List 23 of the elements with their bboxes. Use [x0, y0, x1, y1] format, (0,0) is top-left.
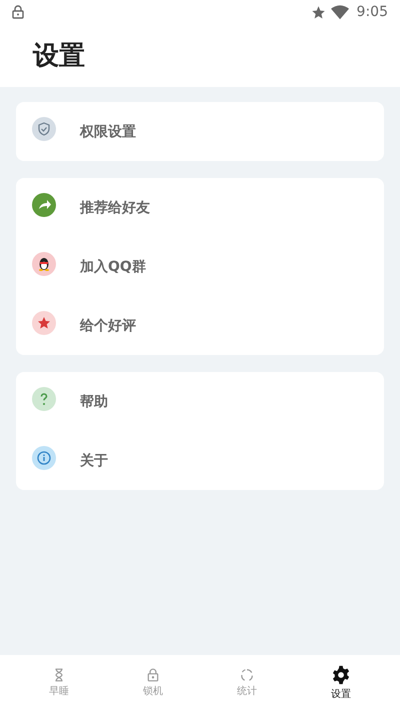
- nav-tab[interactable]: 锁机: [106, 668, 200, 698]
- settings-item[interactable]: 给个好评: [16, 296, 384, 355]
- nav-tab[interactable]: 统计: [200, 668, 294, 698]
- item-icon: [32, 116, 56, 140]
- settings-icon: [331, 665, 351, 685]
- lock-icon: [146, 668, 160, 682]
- item-icon: [32, 192, 56, 216]
- star-icon: [310, 4, 326, 20]
- settings-item[interactable]: 帮助: [16, 372, 384, 431]
- nav-tab[interactable]: 设置: [294, 665, 388, 701]
- settings-item[interactable]: 加入QQ群: [16, 237, 384, 296]
- item-icon: [32, 252, 56, 276]
- item-icon: [32, 310, 56, 334]
- settings-item[interactable]: 关于: [16, 431, 384, 490]
- item-icon: [32, 446, 56, 470]
- wifi-icon: [330, 4, 349, 20]
- item-icon: [32, 386, 56, 410]
- settings-item[interactable]: 权限设置: [16, 102, 384, 161]
- page-title: 设置: [33, 40, 85, 73]
- lock-icon: [12, 5, 24, 19]
- status-time: 9:05: [356, 4, 388, 20]
- settings-item[interactable]: 推荐给好友: [16, 178, 384, 237]
- ring-icon: [240, 668, 254, 682]
